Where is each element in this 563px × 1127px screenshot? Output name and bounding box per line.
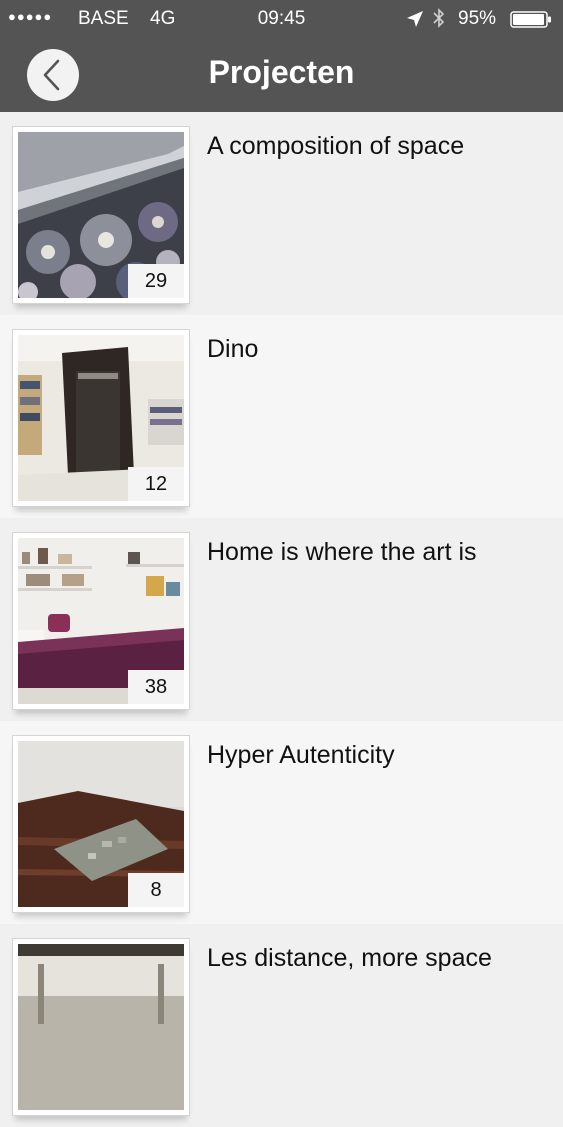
photo-count-badge: 38 [128, 670, 184, 704]
project-row[interactable]: 38 Home is where the art is [0, 518, 563, 721]
project-title: A composition of space [207, 132, 465, 160]
project-title: Les distance, more space [207, 944, 492, 972]
photo-count-badge: 8 [128, 873, 184, 907]
project-row[interactable]: 29 A composition of space [0, 112, 563, 315]
photo-count-badge: 29 [128, 264, 184, 298]
project-row[interactable]: 8 Hyper Autenticity [0, 721, 563, 924]
project-title: Home is where the art is [207, 538, 477, 566]
page-title: Projecten [208, 54, 355, 90]
navigation-bar: Projecten [0, 38, 563, 112]
project-thumbnail: 29 [12, 126, 190, 304]
project-thumbnail: 38 [12, 532, 190, 710]
project-thumbnail: 8 [12, 735, 190, 913]
project-thumbnail-image [18, 944, 184, 1110]
project-row[interactable]: Les distance, more space [0, 924, 563, 1127]
project-row[interactable]: 12 Dino [0, 315, 563, 518]
project-thumbnail [12, 938, 190, 1116]
location-arrow-icon [407, 11, 423, 27]
project-title: Dino [207, 335, 259, 363]
project-list: 29 A composition of space 12 Dino 38 Hom… [0, 112, 563, 1127]
battery-percentage: 95% [458, 8, 497, 29]
status-bar: ●●●●● BASE 4G 09:45 95% [0, 0, 563, 38]
photo-count-badge: 12 [128, 467, 184, 501]
project-title: Hyper Autenticity [207, 741, 395, 769]
project-thumbnail: 12 [12, 329, 190, 507]
battery-icon [510, 11, 551, 28]
bluetooth-icon [433, 8, 445, 28]
